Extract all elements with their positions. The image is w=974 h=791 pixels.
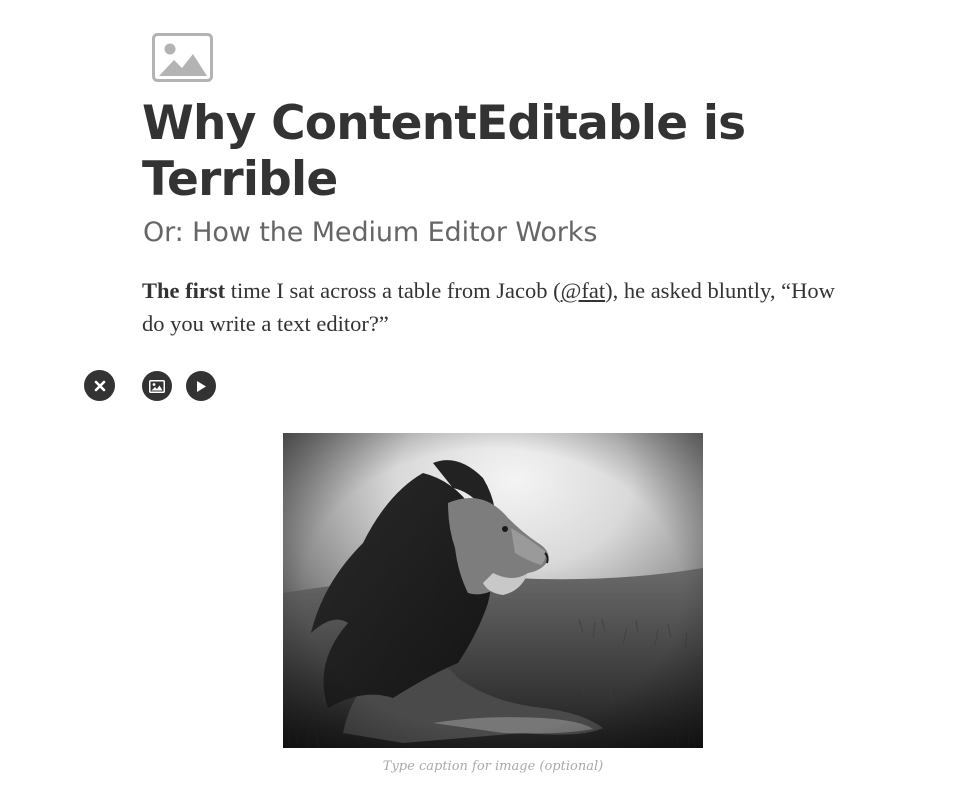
image-icon	[149, 379, 165, 393]
close-insert-button[interactable]	[84, 370, 115, 401]
insert-video-button[interactable]	[186, 371, 216, 401]
article-figure[interactable]	[283, 433, 703, 748]
article-title[interactable]: Why ContentEditable is Terrible	[142, 96, 862, 208]
paragraph-bold-lead: The first	[142, 278, 226, 303]
header-image-placeholder[interactable]	[152, 33, 213, 82]
image-caption-input[interactable]: Type caption for image (optional)	[283, 758, 703, 776]
lion-photo	[283, 433, 703, 748]
play-icon	[197, 380, 206, 392]
insert-image-button[interactable]	[142, 371, 172, 401]
article-paragraph[interactable]: The first time I sat across a table from…	[142, 274, 862, 340]
paragraph-text-before-link: time I sat across a table from Jacob (	[225, 278, 561, 303]
close-icon	[94, 380, 105, 391]
image-placeholder-icon	[152, 33, 213, 82]
fat-mention-link[interactable]: @fat	[561, 278, 605, 303]
article-subtitle[interactable]: Or: How the Medium Editor Works	[143, 213, 597, 253]
